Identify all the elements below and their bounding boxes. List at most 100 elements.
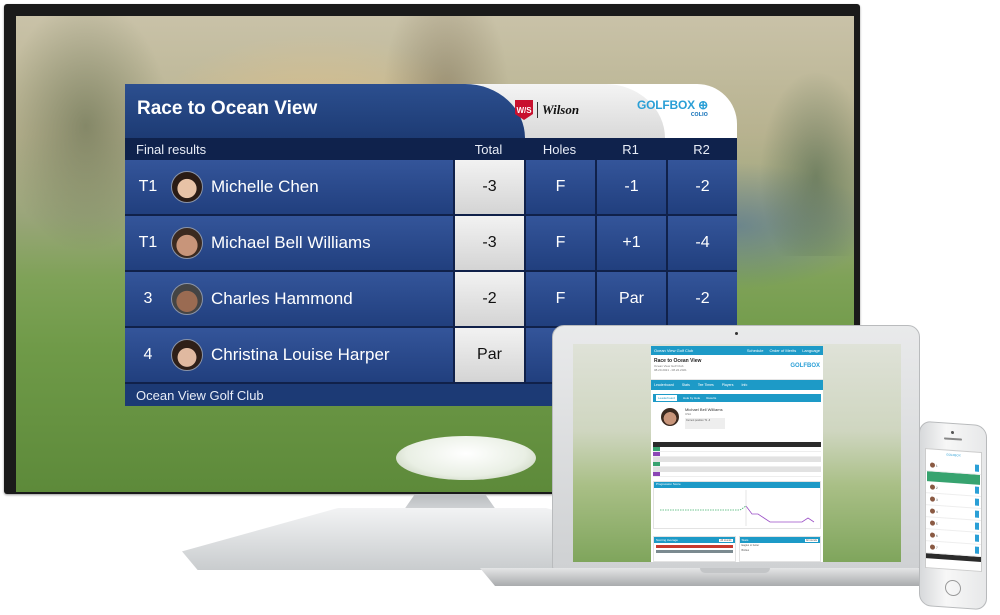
device-mockup: Race to Ocean View W/S Wilson GOLFBOX ⊕ … bbox=[0, 0, 1000, 615]
avatar bbox=[930, 496, 935, 502]
par-tag bbox=[653, 472, 660, 476]
round-2: -4 bbox=[666, 216, 737, 270]
progression-chart: Progression Score bbox=[653, 481, 821, 529]
avatar bbox=[171, 227, 203, 259]
scorecard bbox=[653, 442, 821, 477]
expand-button[interactable] bbox=[975, 546, 979, 554]
col-total: Total bbox=[474, 141, 503, 157]
position: 4 bbox=[143, 346, 153, 363]
wilson-logo: W/S Wilson bbox=[515, 100, 579, 120]
round-2-line bbox=[745, 505, 815, 523]
expand-button[interactable] bbox=[975, 464, 979, 472]
scoring-average-widget: Scoring Average All rounds bbox=[653, 536, 736, 562]
golfbox-logo: GOLFBOX bbox=[790, 363, 820, 369]
phone: GOLFBOX 1 2 3 4 5 6 7 bbox=[919, 420, 987, 611]
avatar bbox=[171, 171, 203, 203]
laptop-screen: Ocean View Golf Club Schedule Order of M… bbox=[573, 344, 901, 562]
golfbox-wordmark: GOLFBOX ⊕ bbox=[637, 98, 708, 112]
rank: 7 bbox=[936, 545, 938, 550]
position-box: Current position T1 -3 bbox=[685, 418, 725, 429]
globe-icon: ⊕ bbox=[698, 98, 708, 112]
stats-widget: Stats All rounds Eagles or better Birdies bbox=[738, 536, 821, 562]
stats-birdies: Birdies bbox=[741, 549, 750, 552]
nav-order-of-merits[interactable]: Order of Merits bbox=[770, 348, 797, 353]
current-position-label: Current position bbox=[686, 419, 704, 422]
scoring-average-title: Scoring Average bbox=[656, 538, 678, 542]
round-2: -2 bbox=[666, 160, 737, 214]
round-1: +1 bbox=[595, 216, 666, 270]
holes: F bbox=[524, 160, 595, 214]
avatar bbox=[930, 520, 935, 526]
avatar bbox=[930, 462, 935, 468]
leaderboard-row: T1 Michael Bell Williams -3 F +1 -4 bbox=[125, 216, 737, 272]
subtab-results[interactable]: Results bbox=[706, 396, 716, 400]
col-r1: R1 bbox=[622, 141, 639, 157]
expand-button[interactable] bbox=[975, 486, 979, 494]
round-tag bbox=[653, 452, 660, 456]
rank: 4 bbox=[936, 509, 938, 514]
rank: 6 bbox=[936, 533, 938, 538]
leaderboard-title: Race to Ocean View bbox=[137, 98, 318, 119]
golfbox-logo: GOLFBOX ⊕ COLIO bbox=[637, 98, 708, 118]
holes: F bbox=[524, 272, 595, 326]
round-1-line bbox=[660, 505, 747, 511]
stats-filter[interactable]: All rounds bbox=[804, 538, 818, 542]
avatar bbox=[930, 508, 935, 514]
round-1: Par bbox=[595, 272, 666, 326]
player-name: Michael Bell Williams bbox=[211, 233, 371, 252]
home-button[interactable] bbox=[945, 579, 961, 597]
field-average-bar bbox=[656, 550, 733, 553]
wilson-badge-icon: W/S bbox=[515, 100, 533, 120]
main-tabs: Leaderboard Stats Tee Times Players Info bbox=[651, 380, 823, 390]
club-name: Ocean View Golf Club bbox=[654, 348, 694, 353]
total-score: Par bbox=[453, 328, 524, 382]
nav-language[interactable]: Language bbox=[802, 348, 820, 353]
player-average-bar bbox=[656, 545, 733, 548]
golf-hole bbox=[396, 436, 536, 480]
expand-button[interactable] bbox=[975, 498, 979, 506]
par-tag bbox=[653, 462, 660, 466]
tab-stats[interactable]: Stats bbox=[682, 383, 690, 387]
avatar bbox=[930, 484, 935, 490]
column-header: Final results Total Holes R1 R2 bbox=[125, 138, 737, 160]
nav-schedule[interactable]: Schedule bbox=[747, 348, 764, 353]
expand-button[interactable] bbox=[975, 510, 979, 518]
tab-tee-times[interactable]: Tee Times bbox=[698, 383, 714, 387]
sub-tabs: Leaderboard Hole by Hole Results bbox=[653, 394, 821, 402]
current-position: T1 bbox=[704, 419, 708, 422]
player-name: Michelle Chen bbox=[211, 177, 319, 196]
golfbox-name: GOLFBOX bbox=[637, 98, 695, 112]
scoring-average-header: Scoring Average All rounds bbox=[654, 537, 735, 543]
stats-title: Stats bbox=[741, 538, 749, 542]
bottom-widgets: Scoring Average All rounds Stats All round… bbox=[653, 536, 821, 562]
final-results-label: Final results bbox=[136, 141, 207, 157]
expand-button[interactable] bbox=[975, 522, 979, 530]
scorecard-row bbox=[653, 472, 821, 477]
logo-divider bbox=[537, 102, 538, 118]
tab-info[interactable]: Info bbox=[741, 383, 747, 387]
site-topbar: Ocean View Golf Club Schedule Order of M… bbox=[651, 346, 823, 355]
total-score: -3 bbox=[453, 160, 524, 214]
col-r2: R2 bbox=[693, 141, 710, 157]
avatar bbox=[171, 283, 203, 315]
col-holes: Holes bbox=[542, 141, 577, 157]
laptop-notch bbox=[700, 568, 770, 573]
subtab-leaderboard[interactable]: Leaderboard bbox=[656, 395, 678, 401]
golfbox-sub: COLIO bbox=[690, 112, 708, 118]
expand-button[interactable] bbox=[975, 534, 979, 542]
avatar bbox=[930, 544, 935, 550]
tournament-header: Race to Ocean View Ocean View Golf Club … bbox=[651, 355, 823, 380]
position: 3 bbox=[143, 290, 153, 307]
player-photo bbox=[661, 408, 679, 426]
leaderboard-header: Race to Ocean View W/S Wilson GOLFBOX ⊕ … bbox=[125, 84, 737, 138]
subtab-hole-by-hole[interactable]: Hole by Hole bbox=[683, 396, 700, 400]
round-2: -2 bbox=[666, 272, 737, 326]
player-name: Charles Hammond bbox=[211, 289, 353, 308]
round-tag bbox=[653, 447, 660, 451]
speaker-icon bbox=[944, 437, 962, 441]
phone-screen: GOLFBOX 1 2 3 4 5 6 7 bbox=[925, 448, 982, 573]
leaderboard-row: T1 Michelle Chen -3 F -1 -2 bbox=[125, 160, 737, 216]
tab-players[interactable]: Players bbox=[722, 383, 734, 387]
scoring-average-filter[interactable]: All rounds bbox=[719, 538, 733, 542]
tab-leaderboard[interactable]: Leaderboard bbox=[654, 383, 674, 387]
